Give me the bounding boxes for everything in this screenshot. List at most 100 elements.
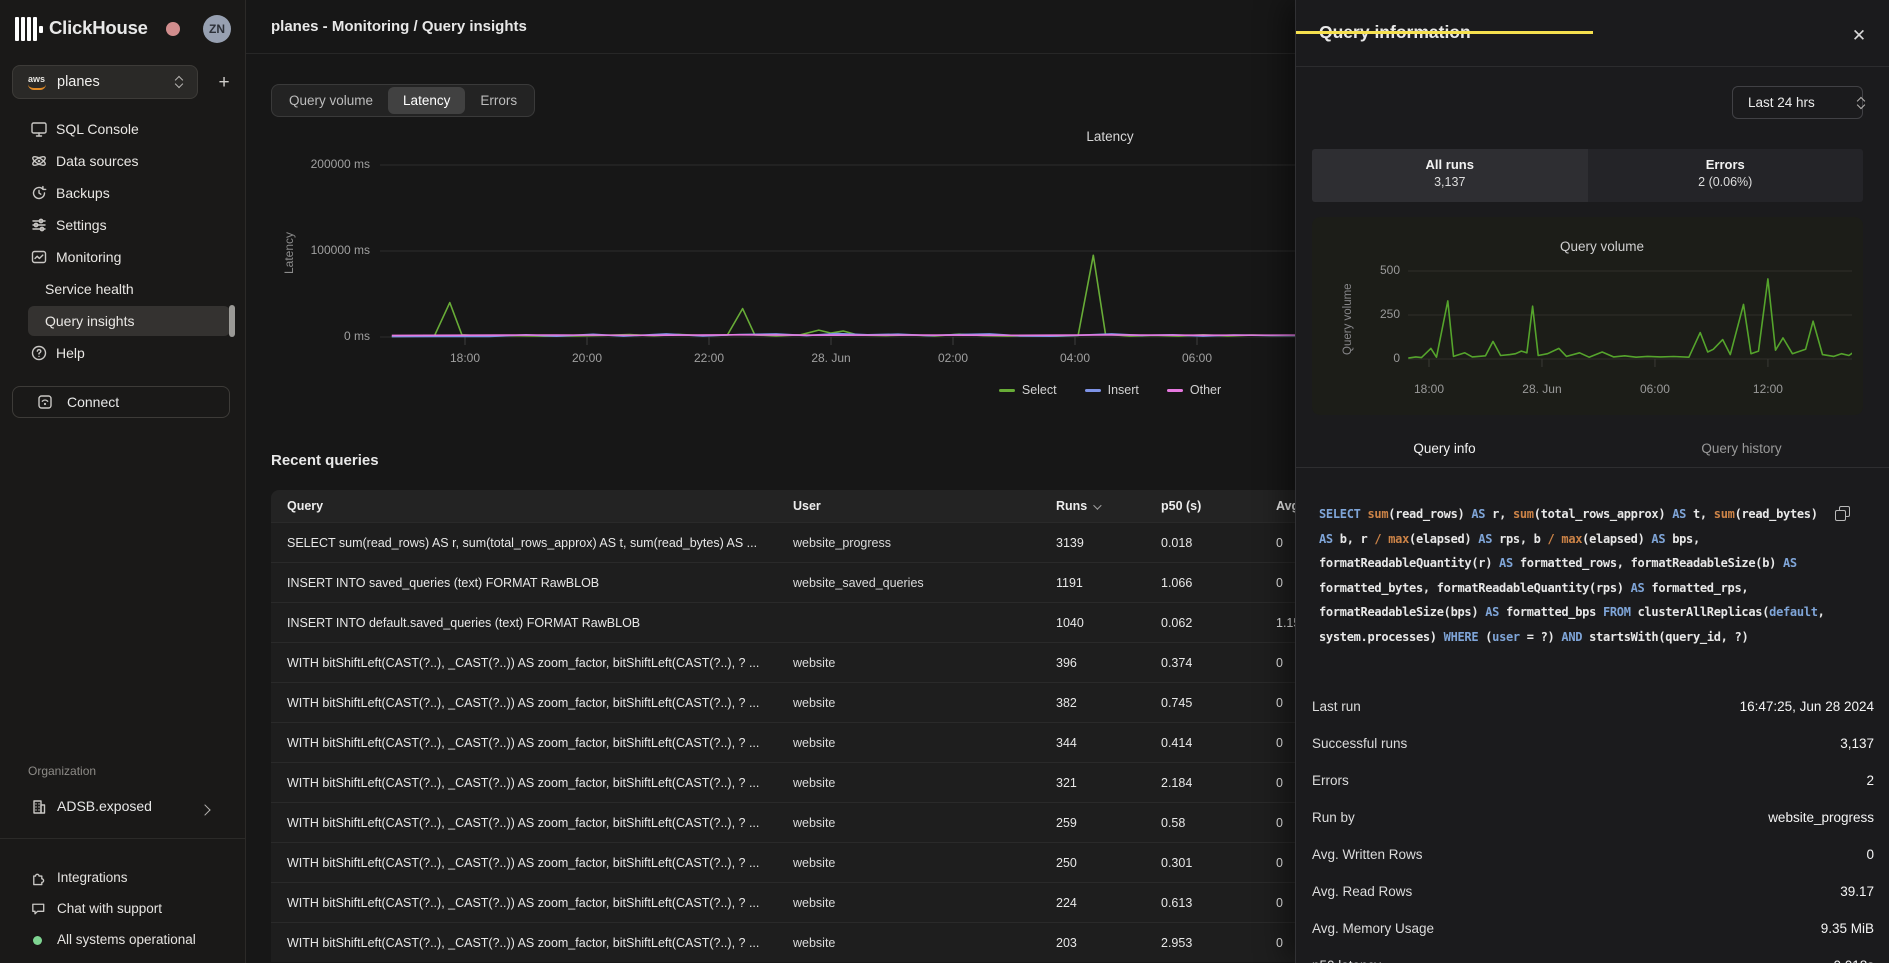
x-tick-label: 06:00	[1165, 351, 1229, 365]
column-header-query[interactable]: Query	[271, 499, 793, 513]
cell-p50: 1.066	[1161, 576, 1276, 590]
sidebar-scrollbar[interactable]	[229, 305, 235, 337]
cell-runs: 396	[1056, 656, 1161, 670]
sidebar-item-sql-console[interactable]: SQL Console	[0, 113, 246, 145]
cell-query: WITH bitShiftLeft(CAST(?..), _CAST(?..))…	[271, 776, 793, 790]
cell-p50: 0.018	[1161, 536, 1276, 550]
y-tick-label: 100000 ms	[270, 243, 370, 257]
cell-user: website	[793, 736, 1056, 750]
cell-runs: 250	[1056, 856, 1161, 870]
footer-item-all-systems-operational[interactable]: All systems operational	[0, 924, 246, 955]
segment-value: 2 (0.06%)	[1588, 175, 1864, 189]
connect-button[interactable]: Connect	[12, 386, 230, 418]
cell-user: website	[793, 696, 1056, 710]
runs-errors-segments: All runs3,137Errors2 (0.06%)	[1312, 149, 1863, 202]
legend-label: Select	[1022, 383, 1057, 397]
service-selector[interactable]: aws planes	[12, 65, 198, 99]
footer-item-chat-with-support[interactable]: Chat with support	[0, 893, 246, 924]
sidebar-item-label: Settings	[56, 217, 107, 233]
time-range-select[interactable]: Last 24 hrs	[1732, 86, 1863, 119]
y-tick-label: 0	[1340, 351, 1400, 365]
avatar[interactable]: ZN	[203, 15, 231, 43]
cell-user: website_progress	[793, 536, 1056, 550]
y-tick-label: 250	[1340, 307, 1400, 321]
footer-item-integrations[interactable]: Integrations	[0, 862, 246, 893]
add-service-button[interactable]: +	[211, 70, 237, 96]
legend-item-other: Other	[1167, 383, 1221, 397]
close-icon[interactable]: ✕	[1847, 24, 1871, 48]
organization-name: ADSB.exposed	[57, 798, 152, 814]
sidebar-nav: SQL Console Data sourcesBackups Settings Mo…	[0, 113, 246, 369]
sidebar-footer: Integrations Chat with supportAll systems…	[0, 862, 246, 955]
y-tick-label: 500	[1340, 263, 1400, 277]
x-tick-label: 20:00	[555, 351, 619, 365]
segment-all-runs[interactable]: All runs3,137	[1312, 149, 1588, 202]
sql-code-line: AS b, r / max(elapsed) AS rps, b / max(e…	[1319, 527, 1864, 552]
x-tick-label: 18:00	[433, 351, 497, 365]
sort-chevron-icon	[1093, 501, 1101, 509]
tab-latency[interactable]: Latency	[388, 87, 465, 114]
presence-dot-icon	[166, 22, 180, 36]
sidebar-item-monitoring[interactable]: Monitoring	[0, 241, 246, 273]
cell-query: WITH bitShiftLeft(CAST(?..), _CAST(?..))…	[271, 896, 793, 910]
cell-runs: 382	[1056, 696, 1161, 710]
copy-icon[interactable]	[1834, 505, 1852, 523]
cell-p50: 0.062	[1161, 616, 1276, 630]
aws-icon: aws	[27, 74, 51, 90]
monitoring-icon	[30, 248, 48, 266]
sql-code-line: formatReadableQuantity(r) AS formatted_r…	[1319, 551, 1864, 576]
query-volume-card: Query volume Query volume 5002500 18:002…	[1312, 217, 1863, 415]
column-header-user[interactable]: User	[793, 499, 1056, 513]
x-tick-label: 02:00	[921, 351, 985, 365]
cell-query: WITH bitShiftLeft(CAST(?..), _CAST(?..))…	[271, 696, 793, 710]
cell-runs: 321	[1056, 776, 1161, 790]
cell-p50: 0.58	[1161, 816, 1276, 830]
settings-icon	[30, 216, 48, 234]
column-header-p50-s-[interactable]: p50 (s)	[1161, 499, 1276, 513]
segment-errors[interactable]: Errors2 (0.06%)	[1588, 149, 1864, 202]
sidebar-item-help[interactable]: Help	[0, 337, 246, 369]
cell-query: WITH bitShiftLeft(CAST(?..), _CAST(?..))…	[271, 656, 793, 670]
x-tick-label: 28. Jun	[1510, 382, 1574, 396]
footer-item-label: Integrations	[57, 870, 128, 885]
x-tick-label: 04:00	[1043, 351, 1107, 365]
y-tick-label: 0 ms	[270, 329, 370, 343]
cell-query: SELECT sum(read_rows) AS r, sum(total_ro…	[271, 536, 793, 550]
panel-tab-query-history[interactable]: Query history	[1593, 435, 1889, 467]
detail-label: Last run	[1312, 699, 1361, 714]
sidebar-item-settings[interactable]: Settings	[0, 209, 246, 241]
help-icon	[30, 344, 48, 362]
tab-errors[interactable]: Errors	[465, 87, 532, 114]
cell-user: website	[793, 776, 1056, 790]
legend-item-insert: Insert	[1085, 383, 1139, 397]
active-tab-underline	[1296, 31, 1593, 34]
sidebar-item-query-insights[interactable]: Query insights	[0, 305, 246, 337]
detail-label: p50 latency	[1312, 958, 1381, 963]
connect-icon	[36, 393, 54, 411]
detail-value: 0.018s	[1833, 958, 1874, 963]
tab-query-volume[interactable]: Query volume	[274, 87, 388, 114]
legend-label: Insert	[1108, 383, 1139, 397]
cell-runs: 1191	[1056, 576, 1161, 590]
cell-runs: 259	[1056, 816, 1161, 830]
query-volume-plot[interactable]	[1408, 257, 1852, 373]
sidebar-item-service-health[interactable]: Service health	[0, 273, 246, 305]
sidebar-item-data-sources[interactable]: Data sources	[0, 145, 246, 177]
logo-text: ClickHouse	[49, 17, 148, 39]
cell-p50: 0.301	[1161, 856, 1276, 870]
sidebar-item-backups[interactable]: Backups	[0, 177, 246, 209]
recent-queries-title: Recent queries	[271, 452, 379, 469]
legend-label: Other	[1190, 383, 1221, 397]
organization-item[interactable]: ADSB.exposed	[0, 792, 246, 822]
column-header-runs[interactable]: Runs	[1056, 499, 1161, 513]
status-dot-icon	[33, 936, 42, 945]
detail-value: 2	[1866, 773, 1874, 788]
panel-tab-bar: Query infoQuery history	[1296, 435, 1889, 468]
sidebar-item-label: SQL Console	[56, 121, 139, 137]
cell-p50: 0.613	[1161, 896, 1276, 910]
panel-tab-query-info[interactable]: Query info	[1296, 435, 1593, 467]
cell-p50: 0.745	[1161, 696, 1276, 710]
chat-icon	[30, 900, 47, 917]
detail-label: Successful runs	[1312, 736, 1407, 751]
backups-icon	[30, 184, 48, 202]
